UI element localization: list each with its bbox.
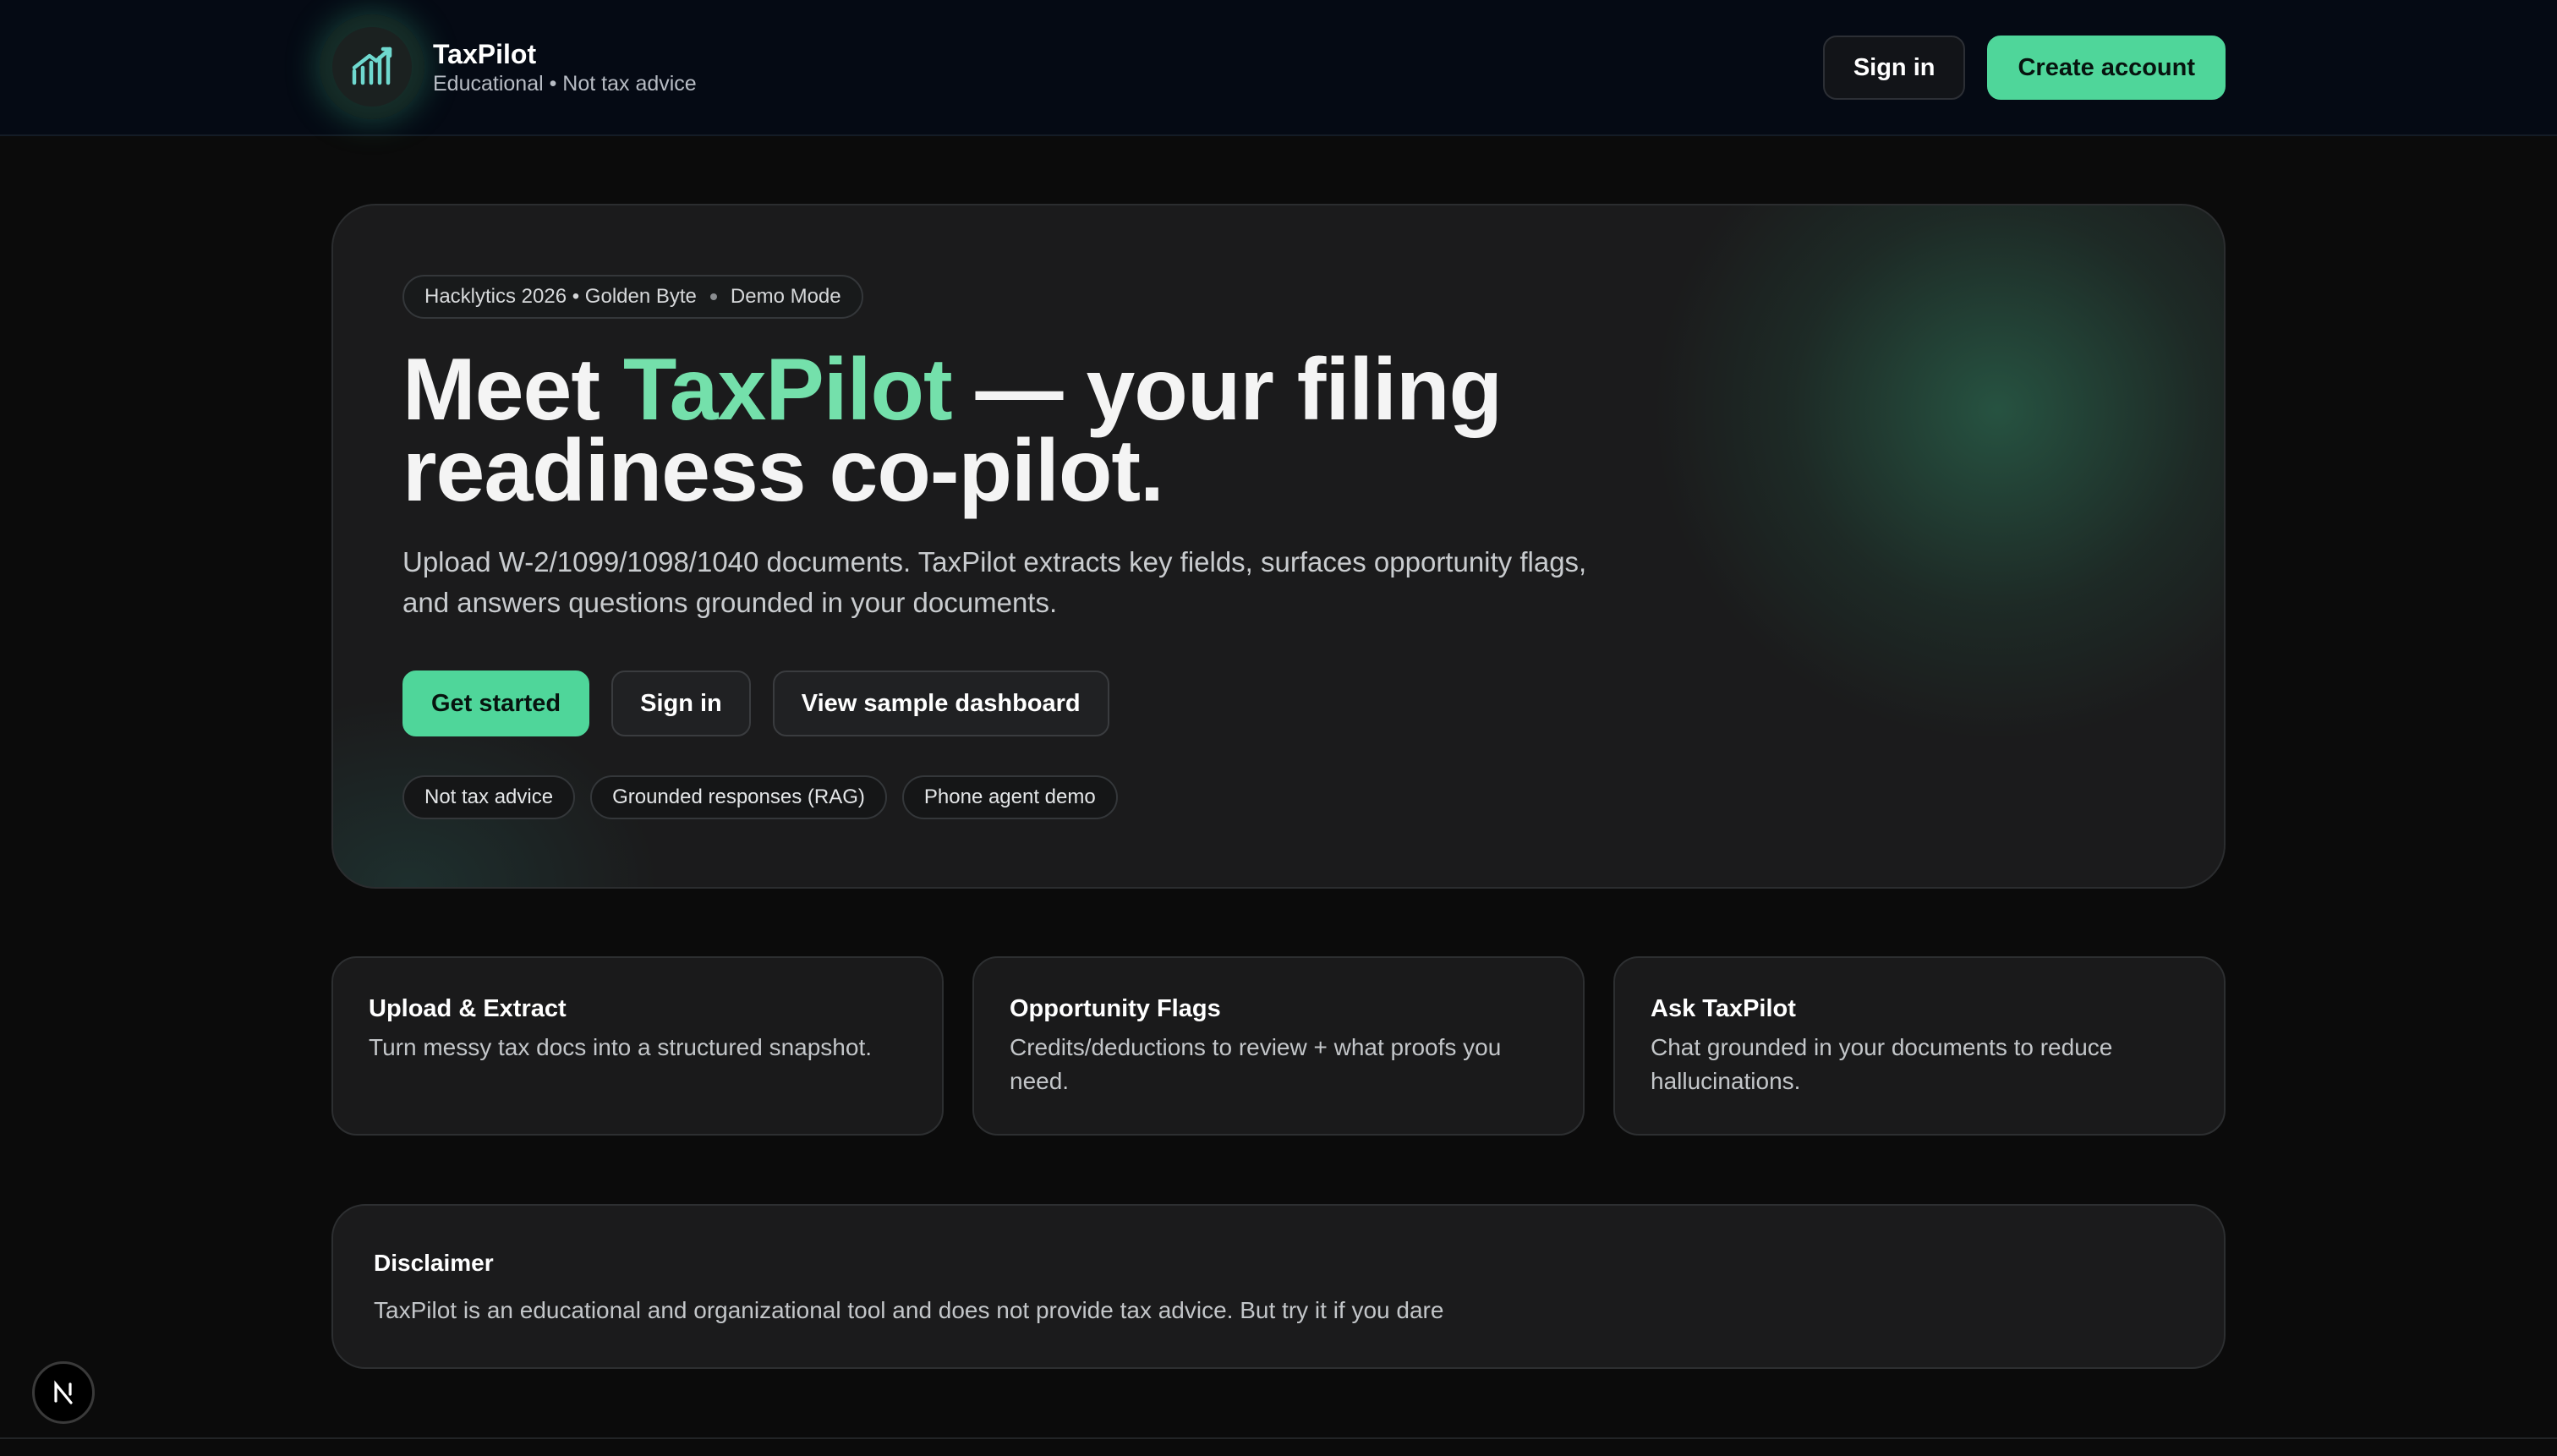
hero-title: Meet TaxPilot — your filing readiness co…: [402, 346, 1671, 515]
hero-actions: Get started Sign in View sample dashboar…: [402, 671, 1109, 736]
chip-not-tax-advice: Not tax advice: [402, 775, 576, 819]
feature-title: Upload & Extract: [369, 995, 567, 1022]
mode-label: Demo Mode: [730, 285, 841, 308]
hero-sign-in-button[interactable]: Sign in: [611, 671, 751, 736]
feature-title: Opportunity Flags: [1010, 995, 1221, 1022]
trend-chart-icon: [332, 27, 412, 107]
bottom-divider: [0, 1437, 2557, 1439]
chip-grounded-responses: Grounded responses (RAG): [590, 775, 887, 819]
feature-card-ask: Ask TaxPilot Chat grounded in your docum…: [1613, 956, 2226, 1136]
feature-text: Turn messy tax docs into a structured sn…: [369, 1034, 873, 1060]
disclaimer-text: TaxPilot is an educational and organizat…: [374, 1297, 1444, 1323]
feature-text: Credits/deductions to review + what proo…: [1010, 1034, 1502, 1094]
feature-card-upload: Upload & Extract Turn messy tax docs int…: [331, 956, 944, 1136]
top-nav: TaxPilot Educational • Not tax advice Si…: [0, 0, 2557, 136]
brand[interactable]: TaxPilot Educational • Not tax advice: [320, 14, 697, 119]
nav-actions: Sign in Create account: [1822, 36, 2226, 100]
disclaimer-card: Disclaimer TaxPilot is an educational an…: [331, 1204, 2226, 1369]
event-label: Hacklytics 2026 • Golden Byte: [424, 285, 697, 308]
get-started-button[interactable]: Get started: [402, 671, 590, 736]
hero-card: Hacklytics 2026 • Golden Byte Demo Mode …: [331, 204, 2226, 889]
logo-badge: [320, 14, 424, 119]
feature-text: Chat grounded in your documents to reduc…: [1651, 1034, 2113, 1094]
feature-card-flags: Opportunity Flags Credits/deductions to …: [972, 956, 1585, 1136]
nav-sign-in-button[interactable]: Sign in: [1822, 36, 1966, 100]
create-account-button[interactable]: Create account: [1987, 36, 2226, 100]
hero-description: Upload W-2/1099/1098/1040 documents. Tax…: [402, 546, 1587, 618]
disclaimer-title: Disclaimer: [374, 1250, 494, 1276]
feature-title: Ask TaxPilot: [1651, 995, 1796, 1022]
chip-phone-agent: Phone agent demo: [901, 775, 1118, 819]
view-sample-dashboard-button[interactable]: View sample dashboard: [772, 671, 1109, 736]
separator-dot: [709, 293, 717, 300]
event-badge: Hacklytics 2026 • Golden Byte Demo Mode: [402, 275, 863, 319]
feature-chips: Not tax advice Grounded responses (RAG) …: [402, 775, 1118, 819]
features-row: Upload & Extract Turn messy tax docs int…: [331, 956, 2226, 1136]
app-name: TaxPilot: [433, 39, 537, 69]
nextjs-dev-icon[interactable]: [32, 1361, 95, 1424]
app-tagline: Educational • Not tax advice: [433, 72, 697, 96]
